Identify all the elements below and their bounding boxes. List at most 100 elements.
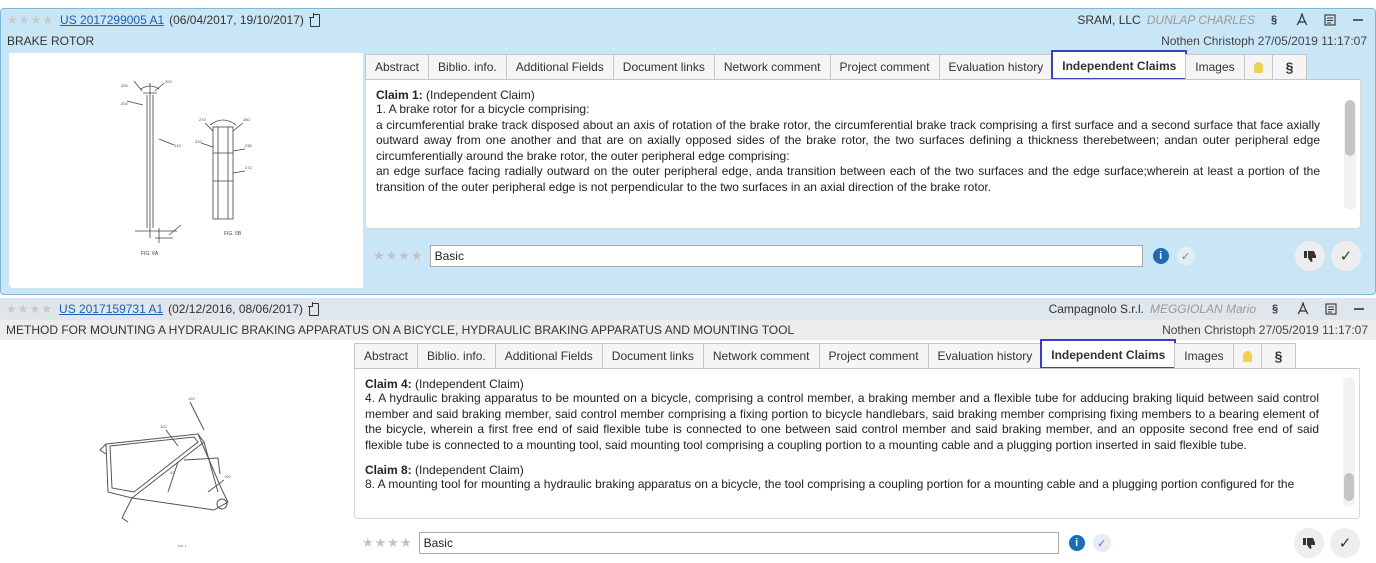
detail-panel: Abstract Biblio. info. Additional Fields… xyxy=(365,50,1369,288)
patent-dates: (06/04/2017, 19/10/2017) xyxy=(169,13,304,27)
patent-dates: (02/12/2016, 08/06/2017) xyxy=(168,302,303,316)
card-header: ★★★★ US 2017299005 A1 (06/04/2017, 19/10… xyxy=(1,9,1375,31)
tab-additional-fields[interactable]: Additional Fields xyxy=(505,54,614,79)
claims-content[interactable]: Claim 4: (Independent Claim) 4. A hydrau… xyxy=(354,368,1360,519)
tab-document-links[interactable]: Document links xyxy=(612,54,715,79)
comment-rating-stars[interactable]: ★★★★ xyxy=(373,248,424,264)
claim-type: (Independent Claim) xyxy=(415,463,524,477)
header-right: SRAM, LLC DUNLAP CHARLES § xyxy=(1077,9,1367,31)
tab-images[interactable]: Images xyxy=(1174,343,1234,368)
notes-icon[interactable] xyxy=(1321,11,1339,29)
tab-bulb[interactable] xyxy=(1243,54,1273,79)
thumbs-down-button[interactable] xyxy=(1294,528,1324,558)
company-name: SRAM, LLC xyxy=(1077,13,1141,27)
claim-heading: Claim 8: xyxy=(365,463,412,477)
tab-additional-fields[interactable]: Additional Fields xyxy=(494,343,603,368)
scrollbar-thumb[interactable] xyxy=(1345,100,1355,156)
notes-icon[interactable] xyxy=(1322,300,1340,318)
approve-button[interactable]: ✓ xyxy=(1330,528,1360,558)
svg-text:232: 232 xyxy=(195,139,202,144)
rating-stars[interactable]: ★★★★ xyxy=(7,13,54,27)
claims-content[interactable]: Claim 1: (Independent Claim) 1. A brake … xyxy=(365,79,1361,229)
tab-section[interactable]: § xyxy=(1260,343,1297,368)
tab-bar: Abstract Biblio. info. Additional Fields… xyxy=(365,50,1308,80)
patent-card-2[interactable]: ★★★★ US 2017159731 A1 (02/12/2016, 08/06… xyxy=(0,298,1376,563)
company-name: Campagnolo S.r.l. xyxy=(1048,302,1144,316)
comment-input[interactable] xyxy=(418,532,1059,554)
scrollbar[interactable] xyxy=(1343,377,1355,507)
small-check-icon[interactable]: ✓ xyxy=(1092,534,1111,552)
inventor-name: MEGGIOLAN Mario xyxy=(1149,302,1256,316)
tab-biblio-info[interactable]: Biblio. info. xyxy=(428,54,507,79)
claim-block: Claim 4: (Independent Claim) 4. A hydrau… xyxy=(365,377,1319,453)
tab-evaluation-history[interactable]: Evaluation history xyxy=(938,54,1054,79)
pdf-icon[interactable] xyxy=(1293,11,1311,29)
scrollbar[interactable] xyxy=(1344,100,1356,210)
claim-type: (Independent Claim) xyxy=(415,377,524,391)
section-icon[interactable]: § xyxy=(1265,11,1283,29)
minus-icon[interactable] xyxy=(1349,11,1367,29)
patent-number-link[interactable]: US 2017299005 A1 xyxy=(60,13,164,27)
patent-card-1[interactable]: ★★★★ US 2017299005 A1 (06/04/2017, 19/10… xyxy=(0,8,1376,295)
tab-biblio-info[interactable]: Biblio. info. xyxy=(417,343,496,368)
thumbs-down-icon xyxy=(1303,538,1315,549)
svg-text:272: 272 xyxy=(245,165,252,170)
patent-number-link[interactable]: US 2017159731 A1 xyxy=(59,302,163,316)
claim-text: 4. A hydraulic braking apparatus to be m… xyxy=(365,391,1319,452)
section-icon[interactable]: § xyxy=(1266,300,1284,318)
comment-input[interactable] xyxy=(429,245,1143,267)
tab-project-comment[interactable]: Project comment xyxy=(818,343,929,368)
patent-drawing: 120 102 42 100 FIG. 1 xyxy=(99,396,231,548)
comment-rating-stars[interactable]: ★★★★ xyxy=(362,535,413,551)
claim-heading: Claim 4: xyxy=(365,377,412,391)
info-icon[interactable]: i xyxy=(1152,248,1169,264)
card-subheader: METHOD FOR MOUNTING A HYDRAULIC BRAKING … xyxy=(0,320,1376,340)
claim-type: (Independent Claim) xyxy=(426,88,535,102)
claim-block: Claim 1: (Independent Claim) 1. A brake … xyxy=(376,88,1320,195)
detail-panel: Abstract Biblio. info. Additional Fields… xyxy=(354,339,1368,563)
tab-network-comment[interactable]: Network comment xyxy=(702,343,820,368)
tab-independent-claims[interactable]: Independent Claims xyxy=(1051,50,1188,80)
claim-text: 8. A mounting tool for mounting a hydrau… xyxy=(365,477,1295,491)
claim-text: an edge surface facing radially outward … xyxy=(376,164,1320,194)
thumbs-down-button[interactable] xyxy=(1295,241,1325,271)
figure-label: FIG. 6B xyxy=(224,231,242,237)
scrollbar-thumb[interactable] xyxy=(1344,473,1354,501)
comment-bar: ★★★★ i ✓ ✓ xyxy=(354,526,1368,560)
card-subheader: BRAKE ROTOR Nothen Christoph 27/05/2019 … xyxy=(1,31,1375,51)
svg-text:270: 270 xyxy=(199,117,206,122)
claim-text: a circumferential brake track disposed a… xyxy=(376,117,1320,163)
bulb-icon xyxy=(1242,350,1252,362)
header-right: Campagnolo S.r.l. MEGGIOLAN Mario § xyxy=(1049,298,1368,320)
inventor-name: DUNLAP CHARLES xyxy=(1146,13,1255,27)
info-icon[interactable]: i xyxy=(1068,535,1085,551)
patent-drawing-panel[interactable]: 200 202 204 210 270 280 232 230 272 FIG. 6B FI… xyxy=(9,53,363,288)
tab-section[interactable]: § xyxy=(1271,54,1308,79)
bulb-icon xyxy=(1253,61,1263,73)
card-header: ★★★★ US 2017159731 A1 (02/12/2016, 08/06… xyxy=(0,298,1376,320)
svg-text:100: 100 xyxy=(224,474,231,479)
tab-abstract[interactable]: Abstract xyxy=(354,343,419,368)
tab-bulb[interactable] xyxy=(1232,343,1262,368)
tab-network-comment[interactable]: Network comment xyxy=(713,54,831,79)
document-icon[interactable] xyxy=(308,302,319,316)
tab-abstract[interactable]: Abstract xyxy=(365,54,430,79)
tab-document-links[interactable]: Document links xyxy=(601,343,704,368)
rating-stars[interactable]: ★★★★ xyxy=(6,302,53,316)
patent-title: METHOD FOR MOUNTING A HYDRAULIC BRAKING … xyxy=(6,323,795,337)
small-check-icon[interactable]: ✓ xyxy=(1176,247,1195,265)
document-icon[interactable] xyxy=(309,13,320,27)
owner-timestamp: Nothen Christoph 27/05/2019 11:17:07 xyxy=(1161,34,1367,48)
tab-independent-claims[interactable]: Independent Claims xyxy=(1040,339,1177,369)
tab-evaluation-history[interactable]: Evaluation history xyxy=(927,343,1043,368)
svg-text:102: 102 xyxy=(160,424,167,429)
tab-project-comment[interactable]: Project comment xyxy=(829,54,940,79)
tab-images[interactable]: Images xyxy=(1185,54,1245,79)
patent-drawing-panel[interactable]: 120 102 42 100 FIG. 1 xyxy=(8,342,352,562)
svg-text:FIG. 1: FIG. 1 xyxy=(178,544,187,548)
claim-block: Claim 8: (Independent Claim) 8. A mounti… xyxy=(365,463,1319,493)
approve-button[interactable]: ✓ xyxy=(1331,241,1361,271)
claim-text: 1. A brake rotor for a bicycle comprisin… xyxy=(376,102,590,116)
pdf-icon[interactable] xyxy=(1294,300,1312,318)
minus-icon[interactable] xyxy=(1350,300,1368,318)
